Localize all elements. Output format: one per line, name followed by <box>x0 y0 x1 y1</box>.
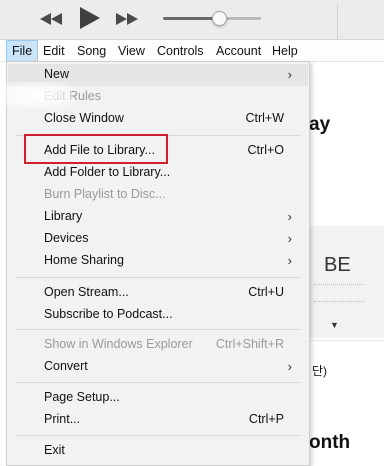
file-menu-dropdown: New › Edit Rules Close Window Ctrl+W Add… <box>6 61 310 466</box>
menu-item-label: New <box>44 67 70 81</box>
player-toolbar <box>0 0 384 40</box>
rewind-icon[interactable] <box>40 13 51 25</box>
menu-item-label: Exit <box>44 443 65 457</box>
menu-item-shortcut: Ctrl+Shift+R <box>215 337 284 351</box>
fast-forward-icon[interactable] <box>116 13 127 25</box>
album-mark: ▼ <box>330 320 339 330</box>
menu-item-shortcut: Ctrl+U <box>248 285 284 299</box>
background-heading: ay <box>309 114 331 135</box>
volume-knob[interactable] <box>212 11 227 26</box>
menu-item-open-stream[interactable]: Open Stream... Ctrl+U <box>8 282 308 304</box>
menu-item-add-folder-to-library[interactable]: Add Folder to Library... <box>8 162 308 184</box>
menu-item-label: Open Stream... <box>44 285 129 299</box>
menu-item-label: Add Folder to Library... <box>44 165 171 179</box>
menu-item-label: Devices <box>44 231 89 245</box>
menu-item-library[interactable]: Library › <box>8 206 308 228</box>
play-icon[interactable] <box>80 7 100 29</box>
menu-separator <box>15 382 301 383</box>
menu-item-label: Convert <box>44 359 88 373</box>
submenu-arrow-icon: › <box>287 231 292 246</box>
menu-file[interactable]: File <box>6 40 39 62</box>
menu-edit[interactable]: Edit <box>38 40 70 62</box>
submenu-arrow-icon: › <box>287 359 292 374</box>
menu-separator <box>15 435 301 436</box>
background-divider <box>300 340 384 341</box>
menu-item-devices[interactable]: Devices › <box>8 228 308 250</box>
highlight-annotation-box <box>24 134 168 164</box>
menu-item-label: Print... <box>44 412 81 426</box>
menu-item-subscribe-podcast[interactable]: Subscribe to Podcast... <box>8 304 308 326</box>
menubar: File Edit Song View Controls Account Hel… <box>0 40 384 62</box>
menu-item-label: Library <box>44 209 83 223</box>
background-album-subtitle: 단) <box>312 364 328 378</box>
menu-item-shortcut: Ctrl+O <box>247 143 284 157</box>
fast-forward-icon-part[interactable] <box>127 13 138 25</box>
background-heading: onth <box>309 432 351 453</box>
menu-item-label: Subscribe to Podcast... <box>44 307 173 321</box>
album-artwork[interactable]: BE ▼ <box>300 226 384 338</box>
submenu-arrow-icon: › <box>287 67 292 82</box>
menu-controls[interactable]: Controls <box>152 40 209 62</box>
menu-item-convert[interactable]: Convert › <box>8 356 308 378</box>
blur-overlay <box>0 82 72 108</box>
menu-separator <box>15 329 301 330</box>
rewind-icon-part[interactable] <box>51 13 62 25</box>
menu-help[interactable]: Help <box>267 40 303 62</box>
menu-song[interactable]: Song <box>72 40 111 62</box>
menu-item-label: Page Setup... <box>44 390 120 404</box>
menu-item-show-in-explorer[interactable]: Show in Windows Explorer Ctrl+Shift+R <box>8 334 308 356</box>
menu-item-exit[interactable]: Exit <box>8 440 308 462</box>
menu-view[interactable]: View <box>113 40 150 62</box>
menu-item-label: Show in Windows Explorer <box>44 337 193 351</box>
menu-separator <box>15 277 301 278</box>
menu-item-page-setup[interactable]: Page Setup... <box>8 387 308 409</box>
submenu-arrow-icon: › <box>287 209 292 224</box>
album-logo: BE <box>324 254 351 276</box>
menu-item-burn-playlist[interactable]: Burn Playlist to Disc... <box>8 184 308 206</box>
menu-account[interactable]: Account <box>211 40 266 62</box>
menu-item-label: Close Window <box>44 111 124 125</box>
menu-item-label: Burn Playlist to Disc... <box>44 187 166 201</box>
menu-item-home-sharing[interactable]: Home Sharing › <box>8 250 308 272</box>
submenu-arrow-icon: › <box>287 253 292 268</box>
menu-item-shortcut: Ctrl+P <box>248 412 284 426</box>
menu-item-close-window[interactable]: Close Window Ctrl+W <box>8 108 308 130</box>
volume-fill <box>163 17 218 20</box>
menu-item-label: Home Sharing <box>44 253 124 267</box>
album-text-lines <box>314 284 364 302</box>
menu-item-print[interactable]: Print... Ctrl+P <box>8 409 308 431</box>
toolbar-divider <box>337 4 338 40</box>
menu-item-shortcut: Ctrl+W <box>245 111 284 125</box>
